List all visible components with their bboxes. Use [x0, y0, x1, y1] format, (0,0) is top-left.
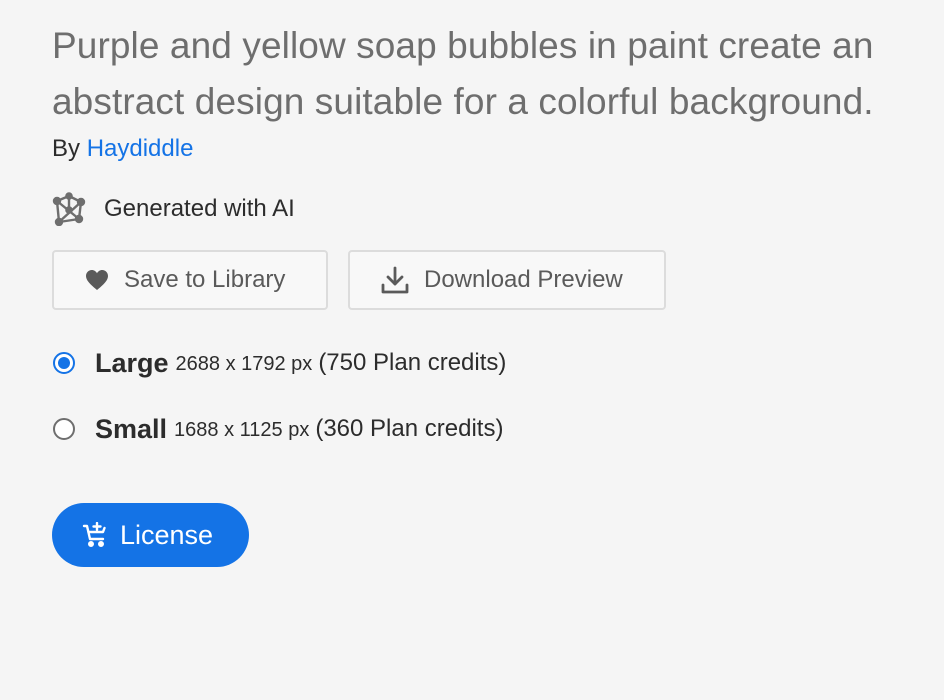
action-buttons: Save to Library Download Preview	[52, 250, 922, 310]
size-option-large[interactable]: Large 2688 x 1792 px (750 Plan credits)	[52, 343, 922, 383]
save-to-library-button[interactable]: Save to Library	[52, 250, 328, 310]
heart-icon	[84, 268, 110, 292]
asset-title: Purple and yellow soap bubbles in paint …	[52, 25, 874, 122]
ai-label: Generated with AI	[104, 195, 295, 222]
size-radio-small[interactable]	[53, 418, 75, 440]
save-button-label: Save to Library	[124, 266, 286, 293]
size-credits: (360 Plan credits)	[315, 415, 504, 442]
generated-with-ai-badge: Generated with AI	[52, 189, 922, 229]
size-name: Small	[95, 413, 168, 444]
size-dimensions: 1688 x 1125 px	[174, 418, 310, 441]
ai-network-icon	[52, 192, 86, 226]
download-icon	[380, 265, 410, 295]
author-byline: By Haydiddle	[52, 133, 922, 165]
by-label: By	[52, 135, 81, 162]
size-option-small[interactable]: Small 1688 x 1125 px (360 Plan credits)	[52, 409, 922, 449]
size-options: Large 2688 x 1792 px (750 Plan credits) …	[52, 343, 922, 449]
size-dimensions: 2688 x 1792 px	[175, 352, 313, 375]
download-preview-button[interactable]: Download Preview	[348, 250, 666, 310]
cart-add-icon	[82, 522, 108, 548]
download-button-label: Download Preview	[424, 266, 623, 293]
asset-details-panel: Purple and yellow soap bubbles in paint …	[52, 18, 922, 567]
license-button[interactable]: License	[52, 503, 249, 567]
size-credits: (750 Plan credits)	[318, 349, 507, 376]
author-link[interactable]: Haydiddle	[87, 135, 194, 162]
license-button-label: License	[119, 519, 214, 550]
size-radio-large[interactable]	[53, 352, 75, 374]
size-name: Large	[95, 347, 169, 378]
